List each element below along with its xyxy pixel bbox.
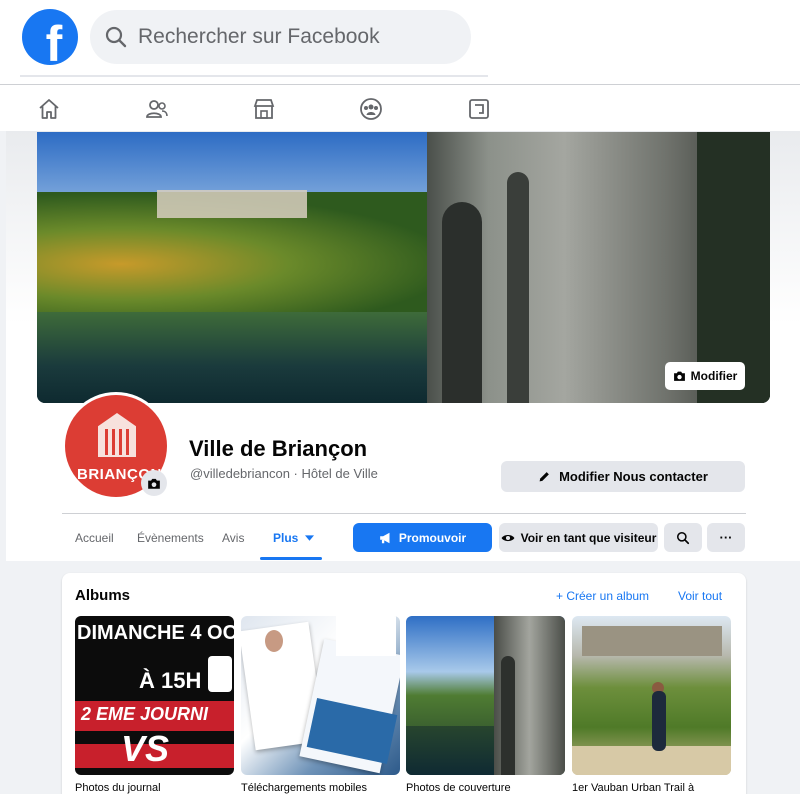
promote-button[interactable]: Promouvoir <box>353 523 492 552</box>
groups-icon[interactable] <box>359 97 383 121</box>
album-label[interactable]: Téléchargements mobiles <box>241 782 367 794</box>
caret-down-icon <box>304 535 314 541</box>
view-as-visitor-button[interactable]: Voir en tant que visiteur <box>499 523 658 552</box>
search-page-button[interactable] <box>664 523 702 552</box>
album-art-water <box>406 726 494 775</box>
magazine-page <box>336 616 396 656</box>
edit-cover-button[interactable]: Modifier <box>665 362 745 390</box>
album-thumbnail-journal[interactable]: DIMANCHE 4 OCTO À 15H 2 EME JOURNI VS <box>75 616 234 775</box>
edit-contact-button[interactable]: Modifier Nous contacter <box>501 461 745 492</box>
header-divider <box>62 513 746 514</box>
album-art-path <box>572 746 731 775</box>
tab-plus-label: Plus <box>273 531 299 545</box>
promote-label: Promouvoir <box>398 530 467 545</box>
search-icon <box>105 26 127 48</box>
more-dots-icon: ··· <box>719 530 733 545</box>
megaphone-icon <box>379 532 390 543</box>
top-bar: f <box>0 0 800 84</box>
album-art-fort <box>582 626 722 656</box>
album-art-runner <box>652 691 666 751</box>
home-icon[interactable] <box>37 97 61 121</box>
page-subtitle: @villedebriancon · Hôtel de Ville <box>190 466 378 481</box>
album-art-text: 2 EME JOURNI <box>81 704 209 724</box>
album-art-text: À 15H <box>139 668 202 693</box>
tab-accueil[interactable]: Accueil <box>75 531 114 545</box>
club-logo <box>208 656 232 692</box>
camera-icon <box>148 478 160 489</box>
more-options-button[interactable]: ··· <box>707 523 745 552</box>
magazine-photo <box>265 630 283 652</box>
album-art-text: DIMANCHE 4 OCTO <box>77 622 234 644</box>
cover-castle <box>157 190 307 218</box>
albums-title: Albums <box>75 587 131 604</box>
album-thumbnail-mobile-uploads[interactable] <box>241 616 400 775</box>
city-emblem-detail <box>105 429 129 455</box>
search-input[interactable] <box>138 25 438 49</box>
cover-lake <box>37 312 467 403</box>
view-as-visitor-label: Voir en tant que visiteur <box>520 530 657 545</box>
marketplace-icon[interactable] <box>252 97 276 121</box>
edit-cover-label: Modifier <box>690 369 738 383</box>
see-all-link[interactable]: Voir tout <box>678 589 722 603</box>
tab-evenements[interactable]: Évènements <box>137 531 204 545</box>
album-art-text: VS <box>121 728 170 769</box>
camera-icon <box>673 371 685 381</box>
search-box[interactable] <box>90 10 471 64</box>
tab-avis[interactable]: Avis <box>222 531 244 545</box>
create-album-link[interactable]: + Créer un album <box>556 589 649 603</box>
search-divider <box>20 75 488 77</box>
album-label[interactable]: 1er Vauban Urban Trail à <box>572 782 694 794</box>
tab-plus[interactable]: Plus <box>273 531 314 545</box>
cover-arch <box>507 172 529 403</box>
album-label[interactable]: Photos de couverture <box>406 782 511 794</box>
album-thumbnail-urban-trail[interactable] <box>572 616 731 775</box>
album-thumbnail-cover-photos[interactable] <box>406 616 565 775</box>
pencil-icon <box>539 472 549 482</box>
facebook-logo-letter: f <box>45 16 63 65</box>
eye-icon <box>501 534 515 541</box>
cover-arch <box>442 202 482 403</box>
album-art-arch <box>501 656 515 775</box>
search-icon <box>676 531 690 544</box>
edit-avatar-button[interactable] <box>141 470 167 496</box>
friends-icon[interactable] <box>145 97 169 121</box>
facebook-logo[interactable]: f <box>22 9 78 65</box>
album-label[interactable]: Photos du journal <box>75 782 161 794</box>
main-nav <box>0 84 800 131</box>
gaming-icon[interactable] <box>467 97 491 121</box>
edit-contact-label: Modifier Nous contacter <box>559 469 708 484</box>
cover-photo[interactable] <box>37 132 770 403</box>
active-tab-indicator <box>260 557 322 560</box>
page-title: Ville de Briançon <box>189 436 368 461</box>
